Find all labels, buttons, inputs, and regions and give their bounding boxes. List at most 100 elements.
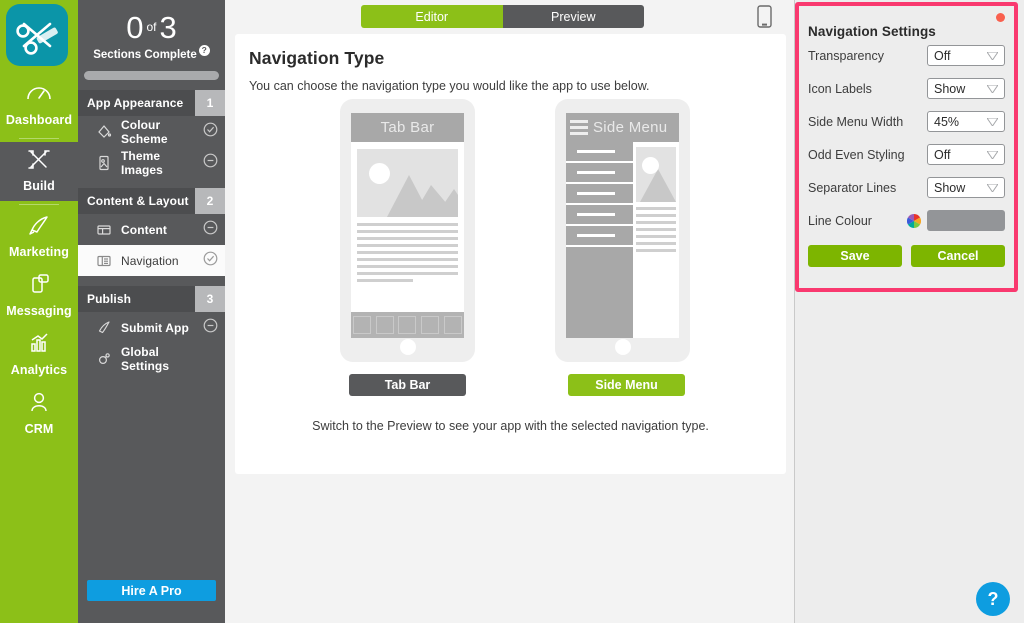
side-menu-width-select[interactable]: 45%: [927, 111, 1005, 132]
step-row-label: Content: [121, 222, 168, 237]
sidebar-item-label: Dashboard: [5, 113, 73, 127]
sidebar-item-label: Build: [23, 179, 55, 193]
mock-title-side-menu: Side Menu: [566, 113, 679, 142]
step-group-header[interactable]: App Appearance 1: [78, 90, 225, 116]
select-value: Off: [934, 48, 951, 63]
step-row-navigation[interactable]: Navigation: [78, 245, 225, 276]
mockup-side-menu[interactable]: Side Menu: [555, 99, 690, 362]
map-pin-icon: [569, 206, 573, 224]
settings-action-buttons: Save Cancel: [799, 237, 1014, 267]
setting-label: Line Colour: [808, 213, 872, 228]
navigation-layout-icon: [96, 253, 116, 269]
setting-row-transparency: Transparency Off: [799, 39, 1014, 72]
mock-text-lines: [357, 223, 458, 282]
page-description: You can choose the navigation type you w…: [249, 79, 650, 93]
sidebar-item-marketing[interactable]: Marketing: [0, 208, 78, 267]
mock-content-column: [633, 142, 679, 338]
map-pin-icon: [421, 316, 440, 334]
setting-label: Side Menu Width: [808, 114, 904, 129]
setting-label: Separator Lines: [808, 180, 897, 195]
page-title: Navigation Type: [249, 48, 385, 68]
colour-wheel-icon[interactable]: [906, 213, 922, 228]
phone-screen: Side Menu: [566, 113, 679, 338]
sidebar-item-crm[interactable]: CRM: [0, 385, 78, 444]
phone-frame: Side Menu: [555, 99, 690, 362]
check-circle-icon: [195, 122, 225, 142]
step-group-title: Content & Layout: [87, 194, 189, 208]
calendar-icon: [569, 227, 573, 245]
gallery-icon: [375, 316, 394, 334]
sidebar-item-messaging[interactable]: Messaging: [0, 267, 78, 326]
navigation-mockups: Tab Bar Side Menu: [235, 99, 786, 369]
sidebar-item-dashboard[interactable]: Dashboard: [0, 76, 78, 135]
rail-divider: [19, 204, 59, 205]
odd-even-styling-select[interactable]: Off: [927, 144, 1005, 165]
tools-icon: [0, 148, 78, 178]
help-button[interactable]: ?: [976, 582, 1010, 616]
step-row-submit-app[interactable]: Submit App: [78, 312, 225, 343]
mobile-phone-icon[interactable]: [757, 5, 772, 28]
help-badge-icon[interactable]: ?: [198, 45, 210, 56]
select-value: Show: [934, 81, 966, 96]
progress-caption-text: Sections Complete: [93, 49, 197, 61]
step-row-content[interactable]: Content: [78, 214, 225, 245]
home-icon: [569, 143, 573, 161]
setting-label: Odd Even Styling: [808, 147, 905, 162]
step-row-theme-images[interactable]: Theme Images: [78, 147, 225, 178]
icon-labels-select[interactable]: Show: [927, 78, 1005, 99]
rocket-icon: [0, 214, 78, 244]
mock-menu-item: [566, 142, 633, 163]
select-side-menu-button[interactable]: Side Menu: [568, 374, 685, 396]
sidebar-item-build[interactable]: Build: [0, 142, 78, 201]
transparency-select[interactable]: Off: [927, 45, 1005, 66]
select-tab-bar-button[interactable]: Tab Bar: [349, 374, 466, 396]
save-button[interactable]: Save: [808, 245, 902, 267]
minus-circle-icon: [195, 220, 225, 240]
editor-toolbar: Editor Preview: [225, 0, 794, 32]
setting-label: Transparency: [808, 48, 884, 63]
line-colour-swatch[interactable]: [927, 210, 1005, 231]
hamburger-icon: [570, 117, 588, 138]
unsaved-changes-dot-icon[interactable]: [996, 13, 1005, 22]
app-logo[interactable]: [6, 4, 72, 70]
editor-content-area: Editor Preview Navigation Type You can c…: [225, 0, 1002, 623]
progress-counter: 0 of3: [86, 10, 217, 45]
mock-side-menu-body: [566, 142, 679, 338]
mockup-tab-bar[interactable]: Tab Bar: [340, 99, 475, 362]
image-panel-icon: [96, 155, 116, 171]
mock-title-tab-bar: Tab Bar: [351, 113, 464, 142]
tab-editor[interactable]: Editor: [361, 5, 503, 28]
mock-hero-image: [357, 149, 458, 217]
primary-nav-rail: Dashboard Build Marketing Messaging Anal…: [0, 0, 78, 623]
rail-divider: [19, 138, 59, 139]
cancel-button[interactable]: Cancel: [911, 245, 1005, 267]
step-group-header[interactable]: Content & Layout 2: [78, 188, 225, 214]
rail-item-list: Dashboard Build Marketing Messaging Anal…: [0, 76, 78, 444]
page-footnote: Switch to the Preview to see your app wi…: [312, 419, 709, 433]
question-mark-icon: ?: [987, 588, 999, 609]
paper-plane-icon: [96, 320, 116, 336]
step-group-number: 1: [195, 90, 225, 116]
progress-completed: 0: [126, 10, 144, 45]
step-group-number: 3: [195, 286, 225, 312]
sidebar-item-label: CRM: [24, 422, 54, 436]
navigation-type-card: Navigation Type You can choose the navig…: [235, 34, 786, 474]
tab-preview[interactable]: Preview: [502, 5, 644, 28]
layout-icon: [96, 222, 116, 238]
step-group-header[interactable]: Publish 3: [78, 286, 225, 312]
step-row-global-settings[interactable]: Global Settings: [78, 343, 225, 374]
sidebar-item-label: Analytics: [10, 363, 68, 377]
setting-row-line-colour: Line Colour: [799, 204, 1014, 237]
sidebar-item-analytics[interactable]: Analytics: [0, 326, 78, 385]
mock-text-lines: [636, 207, 676, 252]
step-row-colour-scheme[interactable]: Colour Scheme: [78, 116, 225, 147]
hire-a-pro-button[interactable]: Hire A Pro: [87, 580, 216, 601]
separator-lines-select[interactable]: Show: [927, 177, 1005, 198]
select-value: Off: [934, 147, 951, 162]
mock-sun-icon: [642, 157, 659, 174]
sidebar-item-label: Marketing: [9, 245, 69, 259]
mock-menu-item: [566, 184, 633, 205]
phone-home-button: [614, 339, 631, 355]
heart-icon: [398, 316, 417, 334]
settings-sidebar: Navigation Settings Transparency Off Ico…: [795, 0, 1024, 623]
